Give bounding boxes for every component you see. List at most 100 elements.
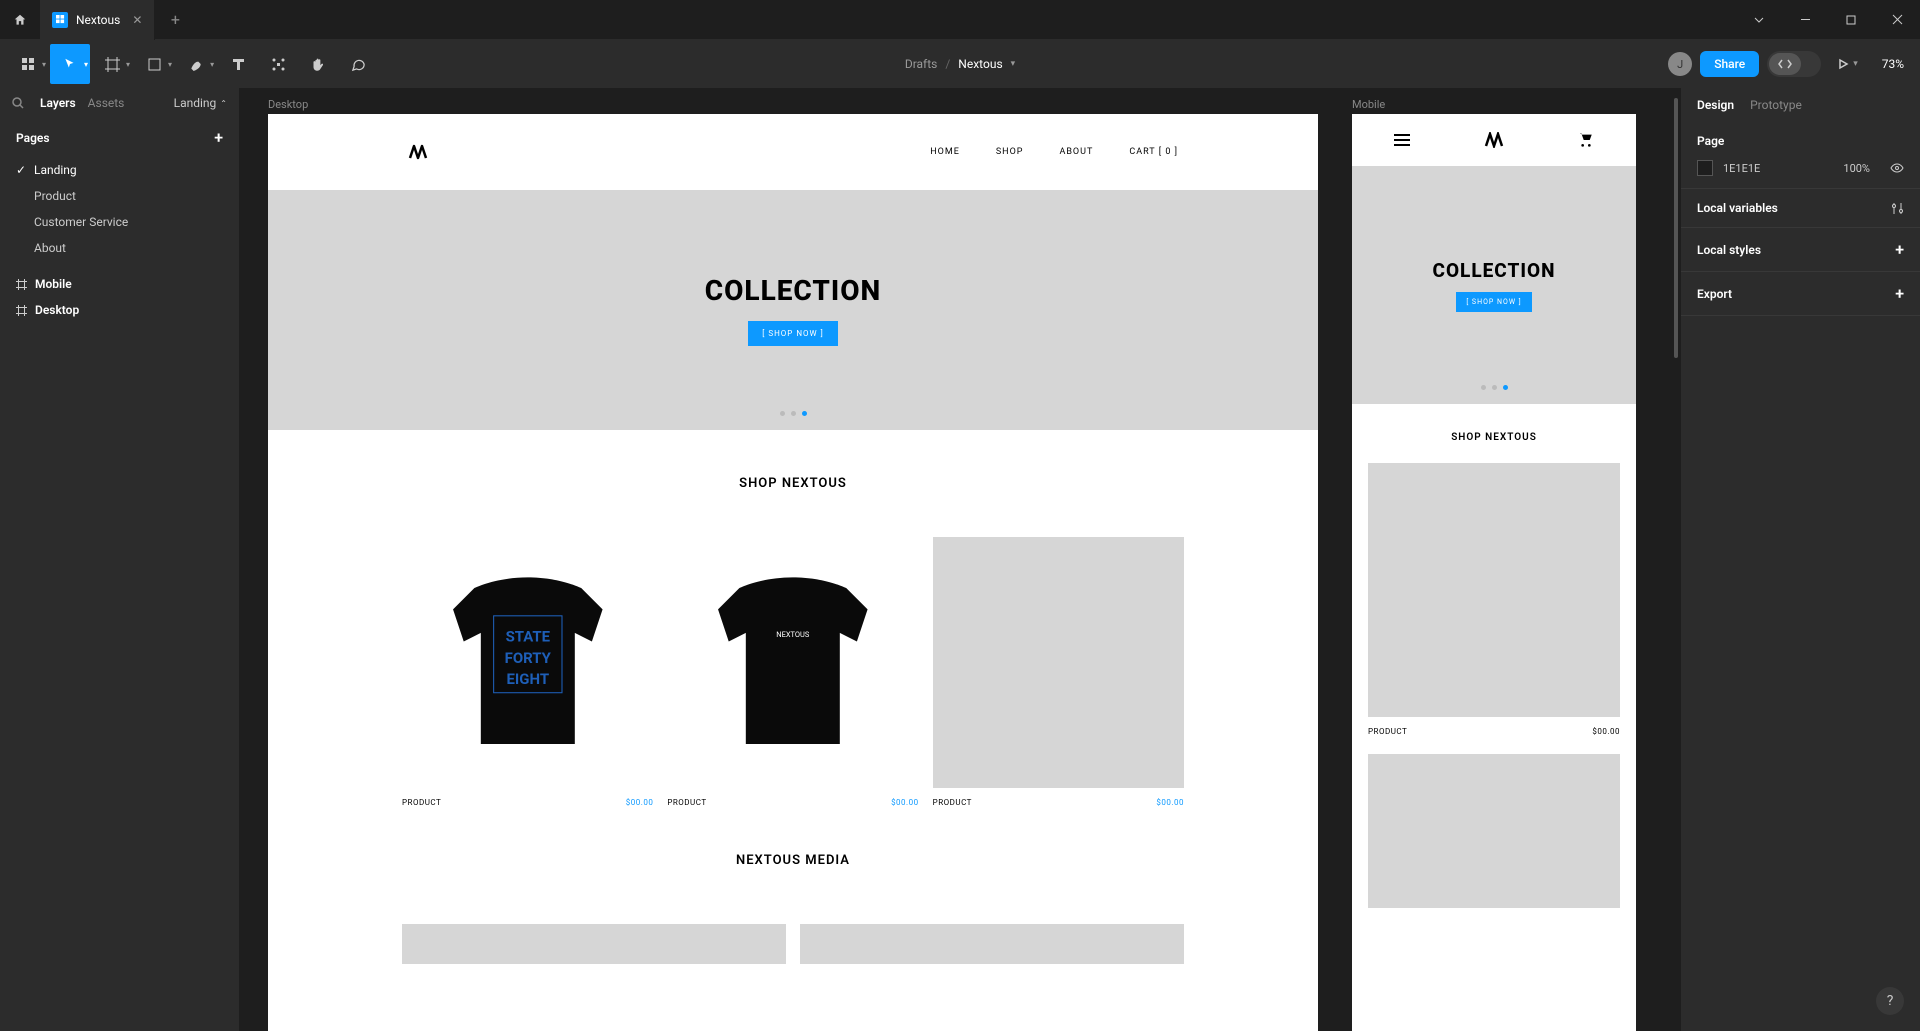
nav-cart: CART [ 0 ]: [1129, 147, 1178, 157]
product-name: PRODUCT: [1368, 727, 1407, 736]
window-minimize-button[interactable]: [1782, 0, 1828, 40]
carousel-dots: [780, 411, 807, 416]
add-page-button[interactable]: +: [214, 128, 223, 147]
search-icon[interactable]: [12, 97, 24, 109]
layers-tab[interactable]: Layers: [40, 96, 76, 110]
check-icon: ✓: [16, 163, 26, 177]
frame-label: Desktop: [35, 303, 79, 317]
page-selector-label: Landing: [174, 96, 217, 110]
svg-text:FORTY: FORTY: [505, 649, 552, 667]
comment-tool-button[interactable]: [338, 44, 378, 84]
home-button[interactable]: [0, 0, 40, 40]
dev-mode-toggle[interactable]: [1767, 51, 1821, 77]
product-price: $00.00: [891, 798, 919, 807]
local-variables-label: Local variables: [1697, 201, 1778, 215]
resources-tool-button[interactable]: [258, 44, 298, 84]
settings-icon[interactable]: [1891, 202, 1904, 215]
page-label: Landing: [34, 163, 77, 177]
artboard-label-mobile[interactable]: Mobile: [1352, 98, 1385, 111]
shop-section-title: SHOP NEXTOUS: [268, 430, 1318, 537]
hero-title: COLLECTION: [1433, 259, 1556, 282]
add-style-button[interactable]: +: [1895, 240, 1904, 259]
chevron-down-icon[interactable]: ▾: [84, 60, 88, 69]
tab-title: Nextous: [76, 13, 120, 27]
nav-shop: SHOP: [996, 147, 1024, 157]
present-button[interactable]: ▾: [1829, 58, 1866, 70]
chevron-down-icon[interactable]: ▾: [168, 60, 172, 69]
prototype-tab[interactable]: Prototype: [1750, 98, 1802, 112]
media-placeholder: [800, 924, 1184, 964]
media-placeholder: [402, 924, 786, 964]
product-name: PRODUCT: [933, 798, 972, 807]
user-avatar[interactable]: J: [1668, 52, 1692, 76]
page-color-opacity[interactable]: 100%: [1843, 162, 1870, 175]
shop-section-title: SHOP NEXTOUS: [1352, 404, 1636, 463]
nav-about: ABOUT: [1059, 147, 1093, 157]
text-tool-button[interactable]: [218, 44, 258, 84]
site-logo: [408, 144, 428, 160]
frame-item-desktop[interactable]: Desktop: [8, 297, 231, 323]
page-label: Customer Service: [34, 215, 128, 229]
page-item-about[interactable]: About: [8, 235, 231, 261]
chevron-down-icon[interactable]: ▾: [42, 60, 46, 69]
page-item-customer-service[interactable]: Customer Service: [8, 209, 231, 235]
page-section-label: Page: [1697, 134, 1724, 148]
visibility-toggle-icon[interactable]: [1890, 163, 1904, 173]
chevron-down-icon: ⌃: [220, 99, 227, 108]
design-tab[interactable]: Design: [1697, 98, 1734, 112]
site-logo: [1484, 132, 1504, 148]
window-maximize-button[interactable]: [1828, 0, 1874, 40]
zoom-level[interactable]: 73%: [1874, 57, 1912, 71]
chevron-down-icon[interactable]: ▾: [210, 60, 214, 69]
page-color-hex[interactable]: 1E1E1E: [1723, 162, 1760, 175]
add-tab-button[interactable]: +: [155, 0, 195, 40]
artboard-label-desktop[interactable]: Desktop: [268, 98, 308, 111]
page-label: About: [34, 241, 66, 255]
chevron-down-icon[interactable]: ▾: [1011, 59, 1016, 69]
add-export-button[interactable]: +: [1895, 284, 1904, 303]
hero-title: COLLECTION: [705, 274, 882, 307]
cart-icon: [1578, 132, 1594, 148]
local-styles-label: Local styles: [1697, 243, 1761, 257]
svg-text:NEXTOUS: NEXTOUS: [776, 630, 810, 639]
tab-close-icon[interactable]: ✕: [132, 13, 142, 27]
artboard-mobile[interactable]: COLLECTION [ SHOP NOW ] SHOP NEXTOUS PRO…: [1352, 114, 1636, 1031]
code-icon: [1769, 53, 1801, 75]
chevron-down-icon[interactable]: ▾: [126, 60, 130, 69]
svg-text:STATE: STATE: [505, 627, 550, 645]
page-label: Product: [34, 189, 76, 203]
product-card: STATEFORTYEIGHT PRODUCT$00.00: [402, 537, 653, 807]
page-item-landing[interactable]: ✓ Landing: [8, 157, 231, 183]
page-selector[interactable]: Landing ⌃: [174, 96, 227, 110]
artboard-desktop[interactable]: HOME SHOP ABOUT CART [ 0 ] COLLECTION [ …: [268, 114, 1318, 1031]
product-card: NEXTOUS PRODUCT $00.00: [667, 537, 918, 807]
svg-text:EIGHT: EIGHT: [506, 670, 549, 688]
page-item-product[interactable]: Product: [8, 183, 231, 209]
hand-tool-button[interactable]: [298, 44, 338, 84]
share-button[interactable]: Share: [1700, 51, 1759, 77]
assets-tab[interactable]: Assets: [88, 96, 125, 110]
chevron-down-icon: ▾: [1853, 59, 1858, 69]
breadcrumb-folder[interactable]: Drafts: [905, 57, 938, 71]
window-close-button[interactable]: [1874, 0, 1920, 40]
breadcrumb-separator: /: [945, 57, 950, 71]
hero-shop-button: [ SHOP NOW ]: [748, 321, 838, 346]
frame-label: Mobile: [35, 277, 72, 291]
product-name: PRODUCT: [667, 798, 706, 807]
canvas-scrollbar[interactable]: [1674, 98, 1678, 358]
product-price: $00.00: [1156, 798, 1184, 807]
nav-home: HOME: [930, 147, 960, 157]
product-placeholder: [1368, 754, 1620, 908]
hero-shop-button: [ SHOP NOW ]: [1456, 292, 1531, 312]
window-chevron-button[interactable]: [1736, 0, 1782, 40]
product-price: $00.00: [626, 798, 654, 807]
page-color-swatch[interactable]: [1697, 160, 1713, 176]
breadcrumb-file[interactable]: Nextous: [958, 57, 1002, 71]
export-label: Export: [1697, 287, 1732, 301]
help-button[interactable]: ?: [1876, 987, 1904, 1015]
media-section-title: NEXTOUS MEDIA: [268, 807, 1318, 914]
canvas[interactable]: Desktop HOME SHOP ABOUT CART [ 0 ] COLLE…: [240, 88, 1680, 1031]
frame-item-mobile[interactable]: Mobile: [8, 271, 231, 297]
file-tab[interactable]: Nextous ✕: [40, 0, 155, 40]
breadcrumb: Drafts / Nextous ▾: [905, 57, 1015, 71]
